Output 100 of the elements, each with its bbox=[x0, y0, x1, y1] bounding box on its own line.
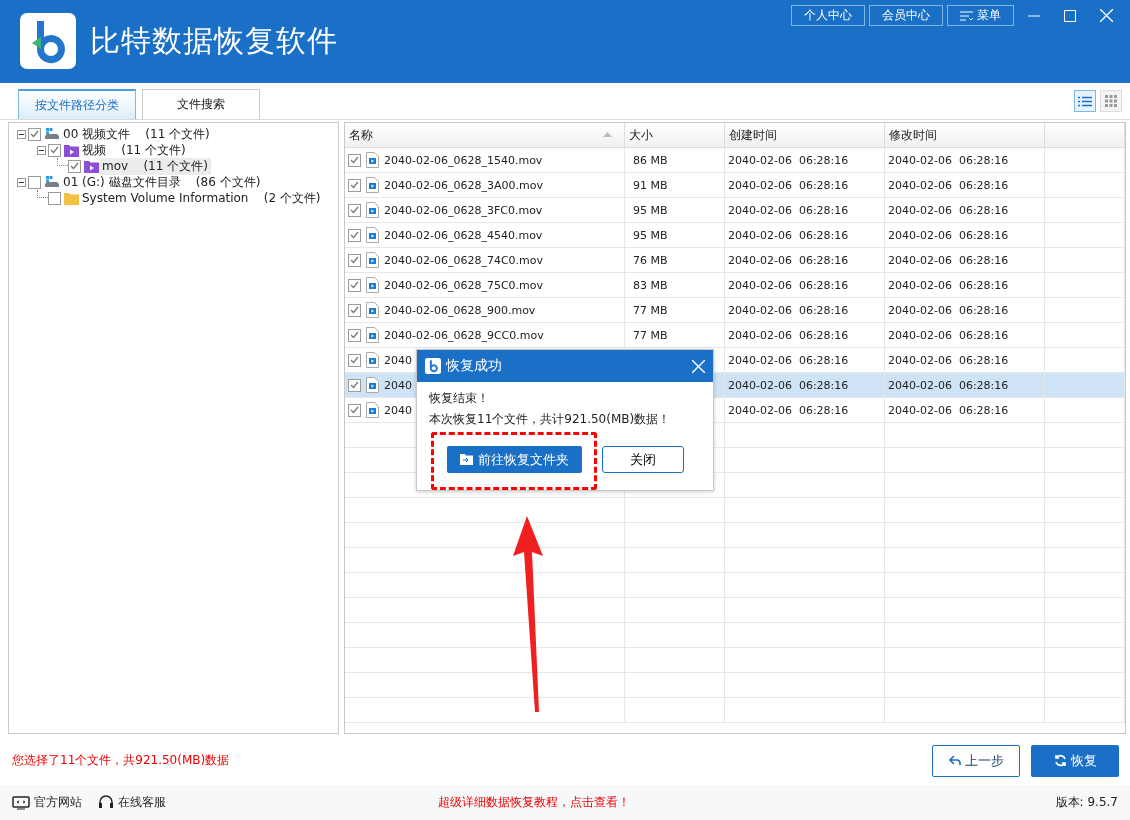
tree-node-label[interactable]: 视频 (11 个文件) bbox=[79, 141, 189, 159]
sort-ascending-icon bbox=[603, 132, 612, 137]
tree-checkbox[interactable] bbox=[28, 127, 41, 141]
row-checkbox[interactable] bbox=[348, 253, 361, 267]
tree-checkbox[interactable] bbox=[48, 191, 61, 205]
header-button[interactable]: 会员中心 bbox=[869, 5, 943, 26]
table-row[interactable]: 2040-02-06_0628_74C0.mov 76 MB 2040-02-06 06:28:16 2040-02-06 06:28:16 bbox=[345, 248, 1125, 273]
tree-node-label[interactable]: System Volume Information (2 个文件) bbox=[79, 189, 324, 207]
minus-icon bbox=[19, 179, 24, 185]
back-button[interactable]: 上一步 bbox=[932, 744, 1020, 777]
list-view-button[interactable] bbox=[1074, 90, 1096, 112]
video-file-icon bbox=[366, 227, 379, 243]
table-row[interactable]: 2040-02-06_0628_1540.mov 86 MB 2040-02-06 06:28:16 2040-02-06 06:28:16 bbox=[345, 148, 1125, 173]
collapse-toggle[interactable] bbox=[17, 129, 26, 139]
file-size: 91 MB bbox=[633, 178, 668, 192]
checkmark-icon bbox=[70, 162, 79, 170]
menu-icon bbox=[960, 10, 973, 21]
collapse-toggle[interactable] bbox=[37, 145, 46, 155]
support-link[interactable]: 在线客服 bbox=[98, 794, 166, 811]
column-header[interactable]: 名称 bbox=[345, 123, 625, 147]
created-time: 2040-02-06 06:28:16 bbox=[728, 328, 849, 342]
tab[interactable]: 按文件路径分类 bbox=[18, 89, 136, 119]
created-time: 2040-02-06 06:28:16 bbox=[728, 278, 849, 292]
row-checkbox[interactable] bbox=[348, 403, 361, 417]
modified-time: 2040-02-06 06:28:16 bbox=[888, 403, 1009, 417]
row-checkbox[interactable] bbox=[348, 378, 361, 392]
dialog-title: 恢复成功 bbox=[446, 357, 502, 375]
file-size: 86 MB bbox=[633, 153, 668, 167]
table-row[interactable]: 2040-02-06_0628_3A00.mov 91 MB 2040-02-06 06:28:16 2040-02-06 06:28:16 bbox=[345, 173, 1125, 198]
video-folder-icon bbox=[64, 143, 79, 157]
row-checkbox[interactable] bbox=[348, 228, 361, 242]
close-button[interactable] bbox=[692, 359, 705, 373]
tutorial-link[interactable]: 超级详细数据恢复教程，点击查看！ bbox=[438, 794, 630, 811]
checkmark-icon bbox=[350, 381, 359, 389]
maximize-icon bbox=[1064, 9, 1076, 22]
recover-button[interactable]: 恢复 bbox=[1031, 744, 1119, 777]
tree-node-label[interactable]: 01 (G:) 磁盘文件目录 (86 个文件) bbox=[60, 173, 264, 191]
column-header[interactable]: 创建时间 bbox=[725, 123, 885, 147]
tree-checkbox[interactable] bbox=[48, 143, 61, 157]
tree-checkbox[interactable] bbox=[68, 159, 81, 173]
video-file-icon bbox=[366, 277, 379, 293]
file-name: 2040 bbox=[384, 353, 412, 367]
file-name: 2040-02-06_0628_75C0.mov bbox=[384, 278, 544, 292]
row-checkbox[interactable] bbox=[348, 153, 361, 167]
collapse-toggle[interactable] bbox=[17, 177, 26, 187]
modified-time: 2040-02-06 06:28:16 bbox=[888, 278, 1009, 292]
file-size: 83 MB bbox=[633, 278, 668, 292]
file-name: 2040-02-06_0628_900.mov bbox=[384, 303, 536, 317]
dialog-close-button[interactable]: 关闭 bbox=[602, 446, 684, 473]
modified-time: 2040-02-06 06:28:16 bbox=[888, 303, 1009, 317]
checkmark-icon bbox=[350, 231, 359, 239]
tree-checkbox[interactable] bbox=[28, 175, 41, 189]
grid-view-button[interactable] bbox=[1100, 90, 1122, 112]
refresh-icon bbox=[1053, 754, 1067, 767]
column-header[interactable]: 修改时间 bbox=[885, 123, 1045, 147]
file-name: 2040-02-06_0628_3A00.mov bbox=[384, 178, 543, 192]
table-row[interactable]: 2040-02-06_0628_3FC0.mov 95 MB 2040-02-06 06:28:16 2040-02-06 06:28:16 bbox=[345, 198, 1125, 223]
file-name: 2040-02-06_0628_1540.mov bbox=[384, 153, 543, 167]
minus-icon bbox=[39, 147, 44, 153]
row-checkbox[interactable] bbox=[348, 178, 361, 192]
minus-icon bbox=[19, 131, 24, 137]
row-checkbox[interactable] bbox=[348, 278, 361, 292]
file-name: 2040 bbox=[384, 378, 412, 392]
video-file-icon bbox=[366, 202, 379, 218]
table-row[interactable]: 2040-02-06_0628_900.mov 77 MB 2040-02-06 06:28:16 2040-02-06 06:28:16 bbox=[345, 298, 1125, 323]
app-logo bbox=[425, 358, 441, 374]
website-link[interactable]: 官方网站 bbox=[12, 794, 82, 811]
drive-icon bbox=[44, 127, 60, 141]
header-button[interactable]: 个人中心 bbox=[791, 5, 865, 26]
checkmark-icon bbox=[350, 331, 359, 339]
file-name: 2040-02-06_0628_4540.mov bbox=[384, 228, 543, 242]
tree-node-label[interactable]: mov (11 个文件) bbox=[99, 157, 211, 175]
row-checkbox[interactable] bbox=[348, 328, 361, 342]
file-name: 2040-02-06_0628_74C0.mov bbox=[384, 253, 544, 267]
row-checkbox[interactable] bbox=[348, 353, 361, 367]
menu-button[interactable]: 菜单 bbox=[947, 5, 1014, 26]
table-row[interactable]: 2040-02-06_0628_75C0.mov 83 MB 2040-02-06 06:28:16 2040-02-06 06:28:16 bbox=[345, 273, 1125, 298]
file-size: 77 MB bbox=[633, 303, 668, 317]
drive-icon bbox=[44, 175, 60, 189]
tab[interactable]: 文件搜索 bbox=[142, 89, 260, 119]
open-folder-button[interactable]: 前往恢复文件夹 bbox=[447, 446, 582, 473]
modified-time: 2040-02-06 06:28:16 bbox=[888, 253, 1009, 267]
checkmark-icon bbox=[350, 281, 359, 289]
video-file-icon bbox=[366, 352, 379, 368]
tree-node-label[interactable]: 00 视频文件 (11 个文件) bbox=[60, 125, 213, 143]
file-size: 77 MB bbox=[633, 328, 668, 342]
created-time: 2040-02-06 06:28:16 bbox=[728, 253, 849, 267]
table-row[interactable]: 2040-02-06_0628_4540.mov 95 MB 2040-02-06 06:28:16 2040-02-06 06:28:16 bbox=[345, 223, 1125, 248]
row-checkbox[interactable] bbox=[348, 203, 361, 217]
checkmark-icon bbox=[350, 206, 359, 214]
checkmark-icon bbox=[350, 256, 359, 264]
column-header[interactable]: 大小 bbox=[625, 123, 725, 147]
created-time: 2040-02-06 06:28:16 bbox=[728, 378, 849, 392]
file-size: 95 MB bbox=[633, 228, 668, 242]
checkmark-icon bbox=[350, 156, 359, 164]
row-checkbox[interactable] bbox=[348, 303, 361, 317]
file-name: 2040-02-06_0628_3FC0.mov bbox=[384, 203, 543, 217]
headset-icon bbox=[98, 795, 114, 810]
modified-time: 2040-02-06 06:28:16 bbox=[888, 153, 1009, 167]
table-row[interactable]: 2040-02-06_0628_9CC0.mov 77 MB 2040-02-06 06:28:16 2040-02-06 06:28:16 bbox=[345, 323, 1125, 348]
